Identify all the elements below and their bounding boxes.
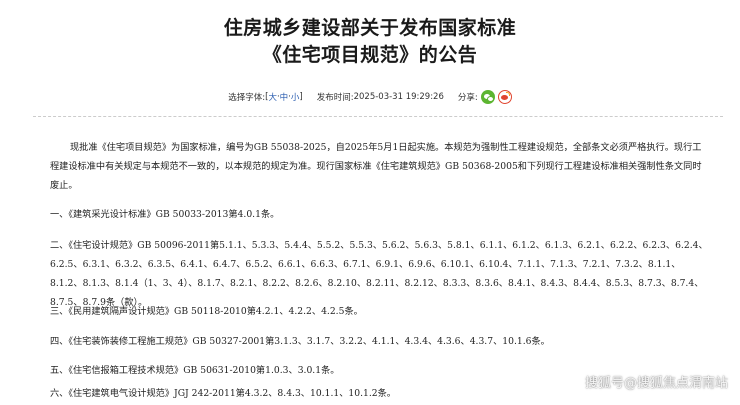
source-watermark: 搜狐号@搜狐焦点渭南站 — [584, 376, 728, 391]
wechat-icon[interactable] — [480, 90, 495, 104]
font-bracket-close: ] — [299, 92, 303, 102]
share-label: 分享: — [457, 93, 478, 103]
repealed-item-3: 三、《民用建筑隔声设计规范》GB 50118-2010第4.2.1、4.2.2、… — [50, 306, 363, 317]
font-large-link[interactable]: 大 — [268, 91, 277, 103]
page-title-line2: 《住宅项目规范》的公告 — [262, 44, 478, 66]
font-small-link[interactable]: 小 — [291, 91, 300, 103]
repealed-item-1: 一、《建筑采光设计标准》GB 50033-2013第4.0.1条。 — [50, 209, 280, 220]
publish-time-value: 2025-03-31 19:29:26 — [353, 92, 444, 102]
repealed-item-4: 四、《住宅装饰装修工程施工规范》GB 50327-2001第3.1.3、3.1.… — [50, 336, 550, 347]
repealed-item-2: 二、《住宅设计规范》GB 50096-2011第5.1.1、5.3.3、5.4.… — [50, 240, 708, 308]
header-divider — [33, 116, 723, 117]
font-select-label: 选择字体: — [228, 93, 266, 103]
article-meta: 选择字体: [ 大 · 中 · 小 ] 发布时间: 2025-03-31 19:… — [0, 90, 740, 104]
intro-paragraph: 现批准《住宅项目规范》为国家标准，编号为GB 55038-2025，自2025年… — [50, 142, 702, 191]
weibo-icon[interactable] — [497, 90, 512, 104]
page-title-line1: 住房城乡建设部关于发布国家标准 — [223, 17, 517, 39]
font-medium-link[interactable]: 中 — [280, 91, 289, 103]
publish-time-label: 发布时间: — [316, 93, 354, 103]
